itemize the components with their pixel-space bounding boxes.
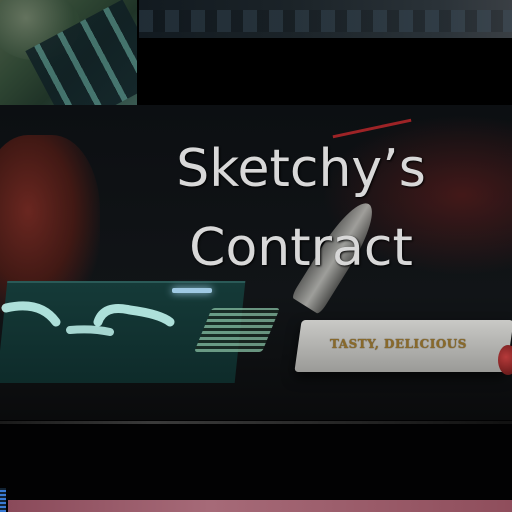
plaque-text: TASTY, DELICIOUS [330,337,467,351]
top-left-thumbnail [0,0,137,105]
blue-edge-mark [0,488,6,512]
screen-glyph-icon [1,301,175,336]
game-cover-screen: TASTY, DELICIOUS Sketchy’s Contract [0,0,512,512]
bottom-dark-band [0,420,512,500]
red-object [498,345,512,375]
top-right-thumbnail [139,0,512,38]
title-line-2: Contract [189,218,413,278]
bottom-thumbnail-strip [8,500,512,512]
bottom-divider [0,421,512,424]
title-line-1: Sketchy’s [176,139,426,199]
